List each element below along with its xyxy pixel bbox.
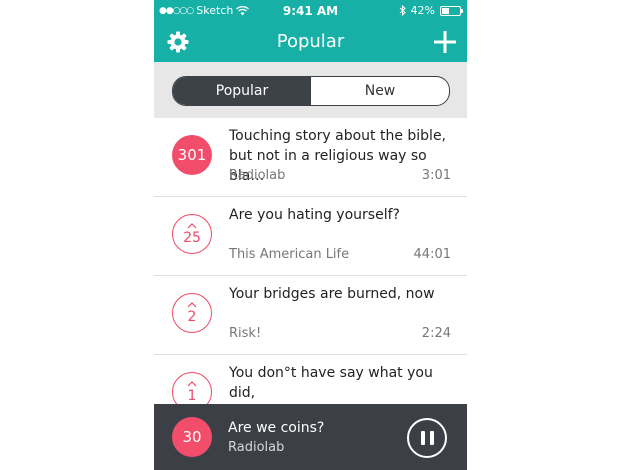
segmented-control: Popular New (172, 76, 450, 106)
now-playing-bar[interactable]: 30 Are we coins? Radiolab (154, 404, 467, 470)
episode-source: This American Life (229, 247, 350, 262)
vote-count-badge[interactable]: 301 (172, 135, 212, 175)
bluetooth-icon (399, 5, 406, 16)
vote-count: 25 (183, 229, 201, 246)
status-right: 42% (399, 4, 463, 17)
status-bar: ●●○○○ Sketch 9:41 AM 42% (154, 0, 467, 22)
episode-duration: 3:01 (421, 168, 451, 183)
tab-popular[interactable]: Popular (173, 77, 311, 105)
now-playing-title: Are we coins? (228, 420, 325, 436)
now-playing-source: Radiolab (228, 440, 285, 455)
episode-source: Radiolab (229, 168, 286, 183)
episode-title: Your bridges are burned, now (229, 286, 435, 302)
vote-count: 30 (182, 428, 202, 446)
pause-icon (429, 431, 434, 445)
nav-header: Popular (154, 22, 467, 62)
vote-count: 301 (177, 146, 207, 164)
list-item[interactable]: 25 Are you hating yourself? This America… (154, 197, 467, 276)
battery-percent: 42% (410, 4, 435, 17)
chevron-up-icon (187, 301, 197, 307)
upvote-button[interactable]: 2 (172, 293, 212, 333)
battery-icon (440, 5, 463, 16)
pause-button[interactable] (407, 418, 447, 458)
page-title: Popular (276, 31, 345, 52)
tab-new[interactable]: New (311, 77, 449, 105)
episode-title: Are you hating yourself? (229, 207, 400, 223)
list-item[interactable]: 301 Touching story about the bible, but … (154, 118, 467, 197)
vote-count-badge[interactable]: 30 (172, 417, 212, 457)
battery-fill (442, 7, 449, 14)
pause-icon (420, 431, 425, 445)
episode-source: Risk! (229, 326, 262, 341)
segmented-control-bar: Popular New (154, 62, 467, 118)
plus-icon[interactable] (433, 30, 457, 54)
chevron-up-icon (187, 380, 197, 386)
vote-count: 2 (187, 308, 197, 325)
episode-list: 301 Touching story about the bible, but … (154, 118, 467, 441)
list-item[interactable]: 2 Your bridges are burned, now Risk! 2:2… (154, 276, 467, 355)
episode-duration: 44:01 (413, 247, 451, 262)
episode-duration: 2:24 (421, 326, 451, 341)
app-screen: ●●○○○ Sketch 9:41 AM 42% Popular Popular… (154, 0, 467, 470)
chevron-up-icon (187, 222, 197, 228)
vote-count: 1 (187, 387, 197, 404)
upvote-button[interactable]: 25 (172, 214, 212, 254)
